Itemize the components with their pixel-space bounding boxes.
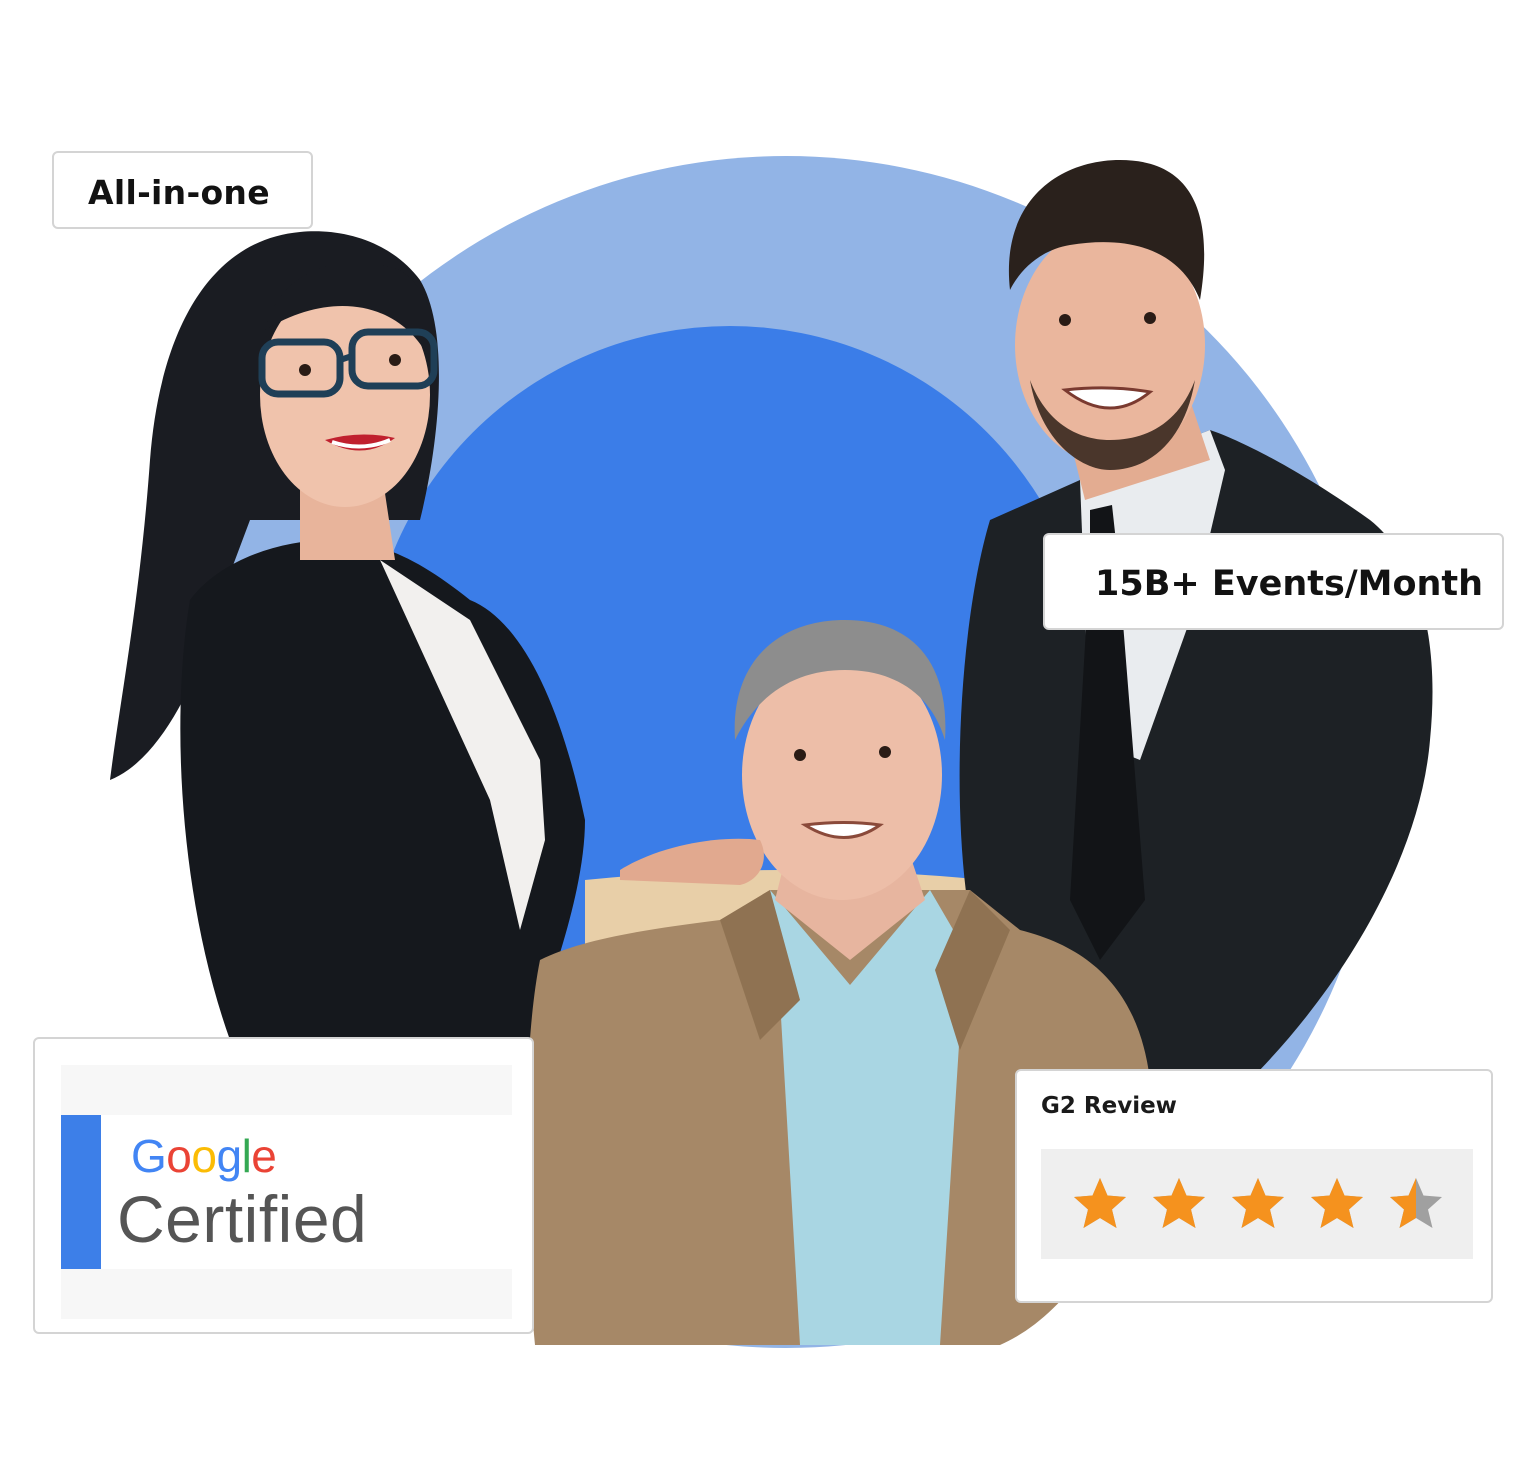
events-label: 15B+ Events/Month: [1095, 564, 1484, 604]
star-rating: [1041, 1149, 1473, 1259]
g2-review-title: G2 Review: [1041, 1093, 1177, 1119]
google-logo-letter: e: [251, 1130, 277, 1182]
google-logo: Google: [131, 1129, 277, 1183]
all-in-one-label: All-in-one: [88, 173, 270, 212]
star-full-icon: [1153, 1178, 1205, 1228]
google-card-accent-bar: [61, 1115, 101, 1269]
g2-review-card: G2 Review: [1015, 1069, 1493, 1303]
hero-illustration: All-in-one 15B+ Events/Month Google Cert…: [0, 0, 1521, 1477]
google-logo-letter: o: [191, 1130, 217, 1182]
google-certified-card: Google Certified: [33, 1037, 534, 1334]
google-logo-letter: G: [131, 1130, 167, 1182]
google-card-bottom-band: [61, 1269, 512, 1319]
google-logo-letter: g: [216, 1130, 242, 1182]
all-in-one-badge: All-in-one: [52, 151, 313, 229]
star-full-icon: [1232, 1178, 1284, 1228]
google-logo-letter: l: [241, 1130, 252, 1182]
google-card-top-band: [61, 1065, 512, 1115]
certified-label: Certified: [117, 1182, 368, 1256]
star-full-icon: [1074, 1178, 1126, 1228]
google-logo-letter: o: [166, 1130, 192, 1182]
events-badge: 15B+ Events/Month: [1043, 533, 1504, 630]
star-half-icon: [1390, 1178, 1442, 1228]
star-full-icon: [1311, 1178, 1363, 1228]
